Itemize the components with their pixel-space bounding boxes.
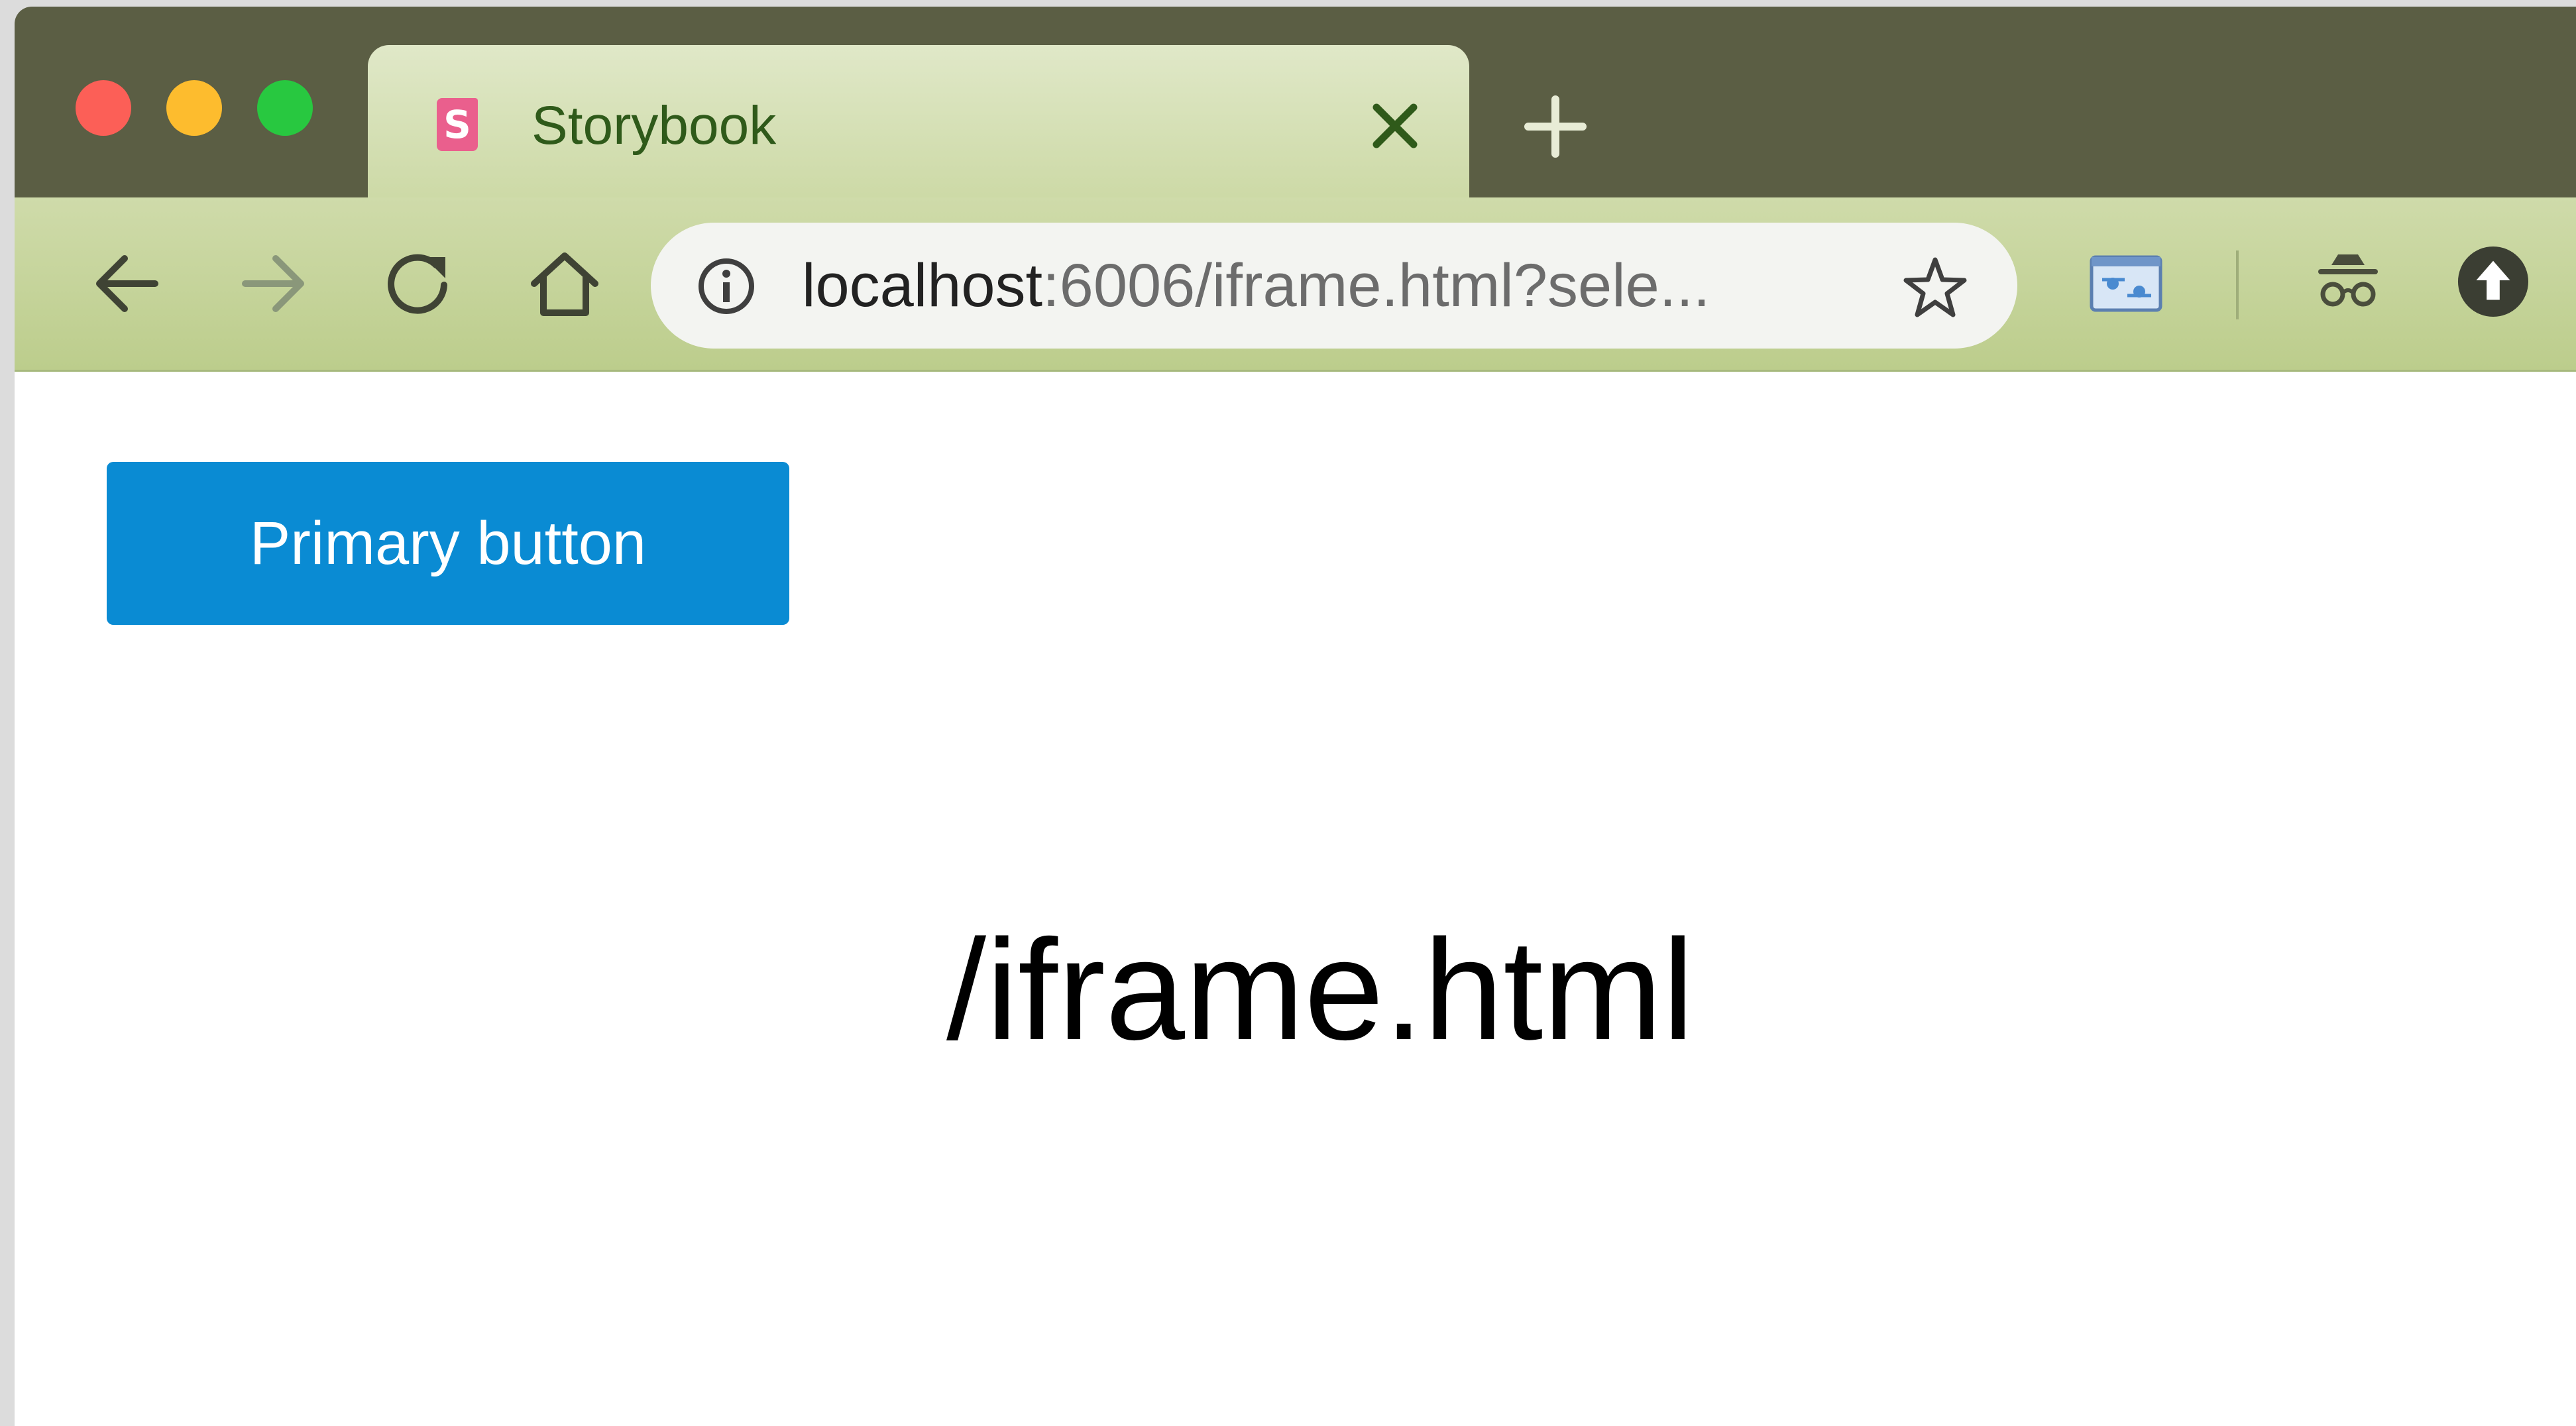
zoom-window-button[interactable] <box>257 80 313 136</box>
home-icon[interactable] <box>518 237 611 330</box>
url-path: :6006/iframe.html?sele... <box>1042 252 1710 319</box>
star-icon[interactable] <box>1901 253 1970 322</box>
incognito-icon[interactable] <box>2312 245 2384 318</box>
arrow-right-icon[interactable] <box>227 237 319 330</box>
browser-toolbar: localhost:6006/iframe.html?sele... <box>15 197 2576 372</box>
minimize-window-button[interactable] <box>166 80 222 136</box>
close-icon[interactable] <box>1362 93 1428 159</box>
reload-icon[interactable] <box>372 237 465 330</box>
address-bar[interactable]: localhost:6006/iframe.html?sele... <box>651 223 2017 349</box>
toolbar-divider <box>2236 250 2239 319</box>
storybook-icon: S <box>437 98 478 151</box>
screenshot-extension-icon[interactable] <box>2088 245 2164 318</box>
primary-button[interactable]: Primary button <box>107 462 789 625</box>
browser-window: S Storybook localhost:6006/iframe.html?s… <box>15 7 2576 1426</box>
tab-title: Storybook <box>532 95 777 156</box>
arrow-left-icon[interactable] <box>81 237 174 330</box>
close-window-button[interactable] <box>76 80 131 136</box>
update-icon[interactable] <box>2456 245 2530 318</box>
tab-storybook[interactable]: S Storybook <box>368 45 1469 204</box>
url-text[interactable]: localhost:6006/iframe.html?sele... <box>802 250 1710 321</box>
page-content: Primary button /iframe.html <box>15 372 2576 1426</box>
title-bar: S Storybook <box>15 7 2576 204</box>
url-host: localhost <box>802 252 1043 319</box>
info-icon[interactable] <box>696 256 757 317</box>
plus-icon[interactable] <box>1519 90 1592 163</box>
page-path-text: /iframe.html <box>946 909 1695 1070</box>
